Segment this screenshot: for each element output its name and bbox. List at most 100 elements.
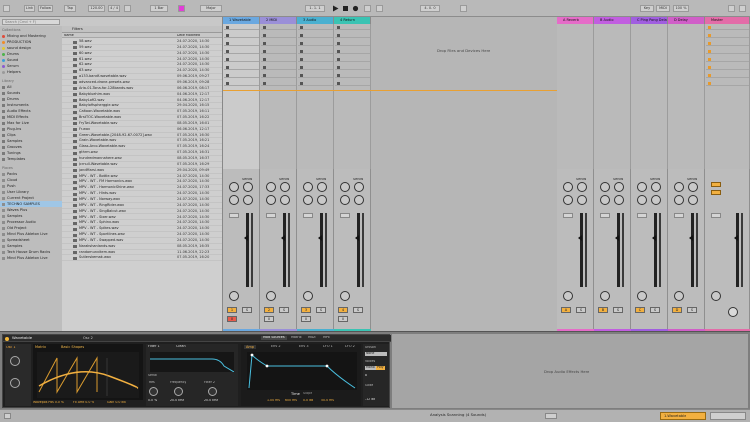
track-activator-button[interactable]: 2 xyxy=(264,307,274,313)
clip-stop-icon[interactable] xyxy=(226,57,229,61)
fader-handle-icon[interactable] xyxy=(578,235,582,241)
poly-button[interactable]: Poly xyxy=(376,366,385,370)
clip-stop-icon[interactable] xyxy=(263,33,266,37)
filters-label[interactable]: Filters xyxy=(72,27,83,31)
clip-stop-icon[interactable] xyxy=(337,49,340,53)
play-icon[interactable] xyxy=(332,5,339,12)
clip-slot[interactable] xyxy=(298,32,333,38)
clip-slot[interactable] xyxy=(224,32,259,38)
clip-slot[interactable] xyxy=(261,56,296,62)
fx-amount-value[interactable]: Fx Amt 0.0 % xyxy=(73,401,94,405)
clip-slot[interactable] xyxy=(224,56,259,62)
return-activator-button[interactable]: C xyxy=(635,307,645,313)
send-b-knob[interactable] xyxy=(280,182,290,192)
fader-handle-icon[interactable] xyxy=(734,235,738,241)
send-a-knob[interactable] xyxy=(340,182,350,192)
clip-slot[interactable] xyxy=(335,64,370,70)
track-header[interactable]: 3 Audio xyxy=(297,17,334,24)
filter-curve[interactable] xyxy=(150,352,234,372)
return-activator-button[interactable]: D xyxy=(672,307,682,313)
send-a-knob[interactable] xyxy=(229,182,239,192)
send-b-knob[interactable] xyxy=(614,182,624,192)
send-d-knob[interactable] xyxy=(243,195,253,205)
return-activator-button[interactable]: B xyxy=(598,307,608,313)
clip-slot[interactable] xyxy=(261,32,296,38)
clip-stop-icon[interactable] xyxy=(263,41,266,45)
arm-button[interactable]: 0 xyxy=(301,316,311,322)
send-c-knob[interactable] xyxy=(563,195,573,205)
send-d-knob[interactable] xyxy=(651,195,661,205)
solo-button[interactable]: S xyxy=(279,307,289,313)
filter-type-select[interactable]: Clean xyxy=(176,345,186,349)
solo-button[interactable]: S xyxy=(613,307,623,313)
mono-button[interactable]: Mono xyxy=(365,366,376,370)
send-c-knob[interactable] xyxy=(600,195,610,205)
return-track-header[interactable]: B Audio xyxy=(594,17,631,24)
clip-stop-icon[interactable] xyxy=(337,81,340,85)
clip-stop-icon[interactable] xyxy=(300,81,303,85)
clip-slot[interactable] xyxy=(298,64,333,70)
scene-launch-icon[interactable] xyxy=(708,25,711,29)
pan-knob[interactable] xyxy=(563,291,573,301)
key-map-button[interactable]: Key xyxy=(640,5,654,12)
volume-box[interactable] xyxy=(340,213,350,218)
browser-toggle-icon[interactable] xyxy=(4,413,11,419)
send-d-knob[interactable] xyxy=(280,195,290,205)
filter2-frequency-knob[interactable] xyxy=(208,387,217,396)
session-record-icon[interactable] xyxy=(364,5,371,12)
arrangement-position[interactable]: 1. 1. 1 xyxy=(305,5,325,12)
scene-launch-icon[interactable] xyxy=(708,33,711,37)
clip-stop-icon[interactable] xyxy=(263,81,266,85)
osc1-label[interactable]: Osc 1 xyxy=(6,346,16,350)
filter2-label[interactable]: Filter 2 xyxy=(204,381,215,385)
metronome-icon[interactable] xyxy=(124,5,131,12)
clip-stop-icon[interactable] xyxy=(263,73,266,77)
solo-button[interactable]: S xyxy=(576,307,586,313)
send-b-knob[interactable] xyxy=(688,182,698,192)
scene-launch-slot[interactable] xyxy=(706,64,749,70)
clip-stop-icon[interactable] xyxy=(300,73,303,77)
poly-voices-value[interactable]: 8 xyxy=(365,374,367,378)
track-activator-button[interactable]: 3 xyxy=(301,307,311,313)
clip-slot[interactable] xyxy=(224,48,259,54)
scene-launch-icon[interactable] xyxy=(708,81,711,85)
clip-slot[interactable] xyxy=(298,80,333,86)
clip-stop-icon[interactable] xyxy=(226,25,229,29)
track-header[interactable]: 4 Return xyxy=(334,17,371,24)
pan-knob[interactable] xyxy=(600,291,610,301)
pan-knob[interactable] xyxy=(266,291,276,301)
return-activator-button[interactable]: A xyxy=(561,307,571,313)
loop-length-field[interactable]: 4. 0. 0 xyxy=(420,5,440,12)
column-name-header[interactable]: Name xyxy=(64,34,74,38)
clip-stop-icon[interactable] xyxy=(263,57,266,61)
env-time-label[interactable]: Time xyxy=(291,392,300,396)
clip-stop-icon[interactable] xyxy=(226,41,229,45)
clip-stop-icon[interactable] xyxy=(337,25,340,29)
clip-stop-icon[interactable] xyxy=(263,65,266,69)
send-b-knob[interactable] xyxy=(577,182,587,192)
quantization-select[interactable]: 1 Bar xyxy=(150,5,168,12)
selected-track-indicator[interactable]: 1-Wavetable xyxy=(660,412,706,420)
volume-fader[interactable] xyxy=(580,213,583,287)
fader-handle-icon[interactable] xyxy=(244,235,248,241)
volume-fader[interactable] xyxy=(283,213,286,287)
cue-out-select[interactable] xyxy=(711,182,721,187)
volume-box[interactable] xyxy=(674,213,684,218)
follow-button[interactable]: Follow xyxy=(38,5,53,12)
scene-launch-slot[interactable] xyxy=(706,24,749,30)
clip-slot[interactable] xyxy=(261,72,296,78)
volume-fader[interactable] xyxy=(320,213,323,287)
clip-stop-icon[interactable] xyxy=(226,49,229,53)
fader-handle-icon[interactable] xyxy=(615,235,619,241)
env-slope-label[interactable]: Slope xyxy=(303,392,312,396)
device-volume-value[interactable]: -12 dB xyxy=(365,398,375,402)
scene-launch-slot[interactable] xyxy=(706,48,749,54)
lfo1-tab[interactable]: LFO 1 xyxy=(323,345,333,349)
arm-button[interactable]: 0 xyxy=(338,316,348,322)
scene-launch-icon[interactable] xyxy=(708,49,711,53)
volume-box[interactable] xyxy=(266,213,276,218)
column-date-header[interactable]: Date Modified xyxy=(177,34,200,38)
send-a-knob[interactable] xyxy=(600,182,610,192)
stop-icon[interactable] xyxy=(342,5,349,12)
clip-stop-icon[interactable] xyxy=(300,57,303,61)
